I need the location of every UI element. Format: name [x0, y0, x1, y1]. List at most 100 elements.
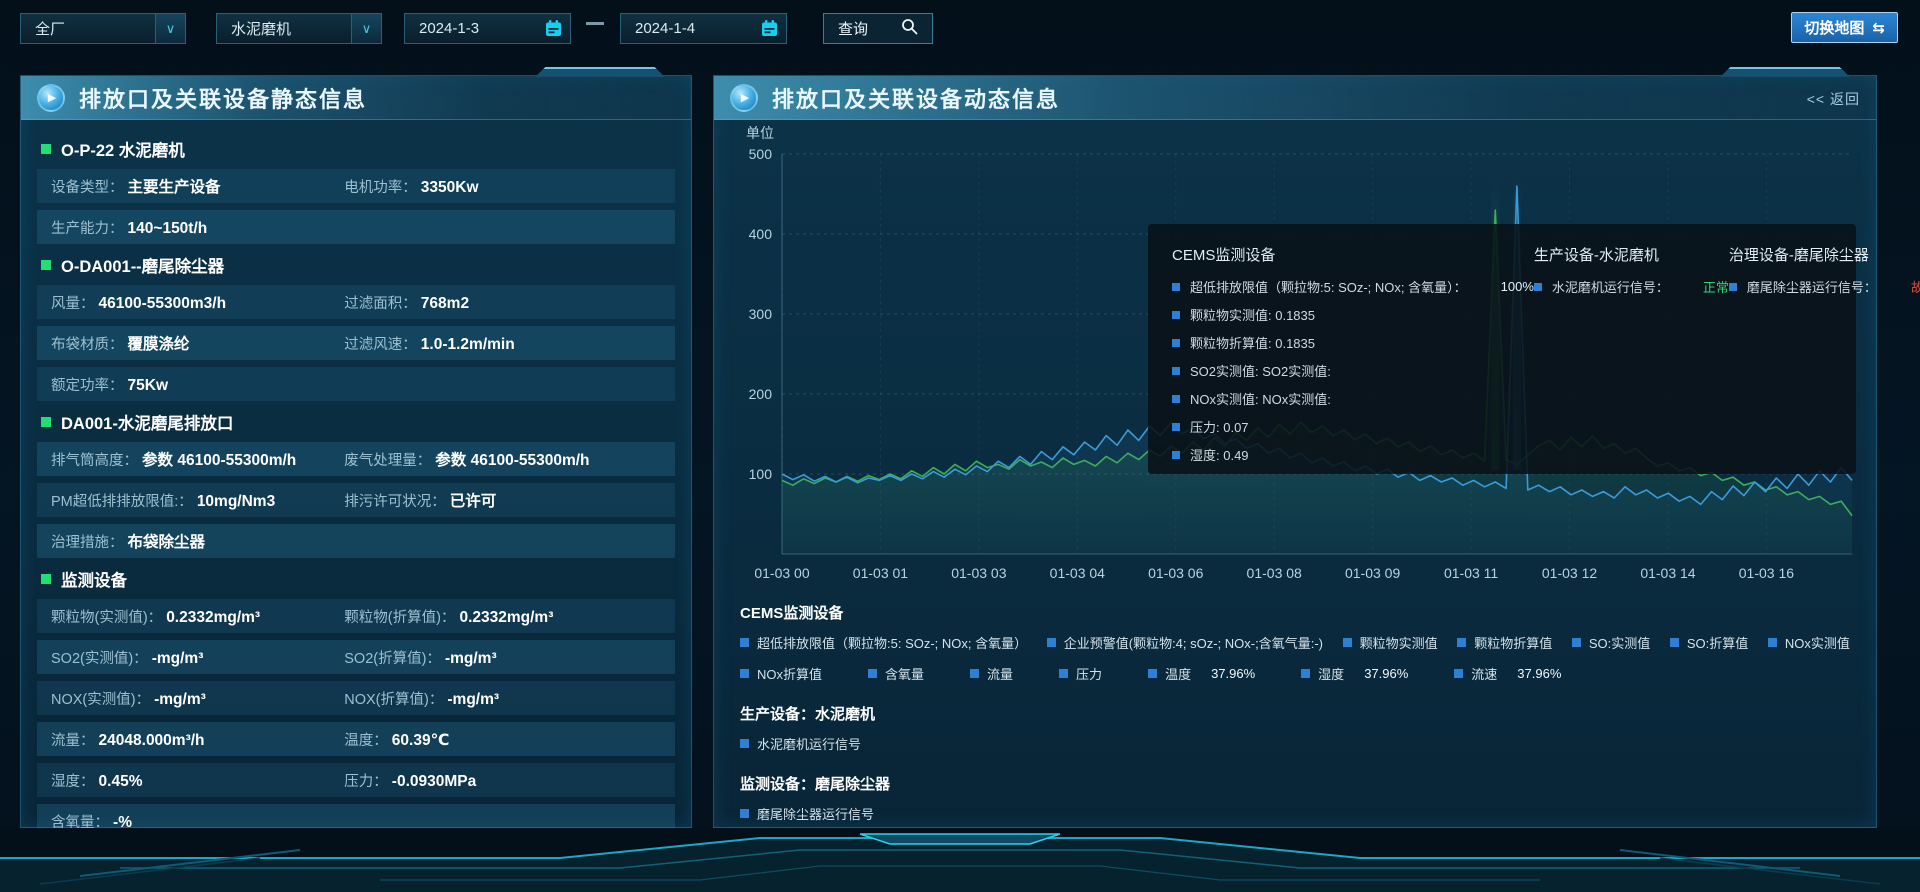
info-label: NOX(实测值)： [51, 688, 154, 709]
date-from-input[interactable]: 2024-1-3 [404, 13, 571, 44]
info-value: 768m2 [421, 295, 469, 313]
info-value: -mg/m³ [445, 650, 497, 668]
legend-item-label: 颗粒物实测值 [1360, 633, 1438, 652]
svg-text:01-03 09: 01-03 09 [1345, 565, 1400, 581]
info-row: 生产能力： 140~150t/h [37, 210, 675, 244]
device-select-value: 水泥磨机 [217, 18, 351, 39]
info-cell: NOX(实测值)： -mg/m³ [51, 688, 344, 709]
legend-item-label: 水泥磨机运行信号 [757, 734, 861, 753]
legend-monitor-title: 监测设备：磨尾除尘器 [740, 773, 1850, 794]
info-label: 治理措施： [51, 531, 128, 552]
tooltip-item-text: 水泥磨机运行信号： [1552, 277, 1669, 296]
dynamic-panel-title: 排放口及关联设备动态信息 [772, 82, 1060, 114]
info-value: 0.45% [99, 773, 143, 791]
blue-square-icon [1172, 423, 1180, 431]
info-cell: 额定功率： 75Kw [51, 374, 344, 395]
info-value: 主要生产设备 [128, 175, 221, 197]
legend-item[interactable]: NOx折算值 [740, 664, 822, 683]
section-header: O-P-22 水泥磨机 [41, 137, 691, 161]
info-cell: 生产能力： 140~150t/h [51, 217, 344, 238]
info-label: PM超低排排放限值:： [51, 490, 197, 511]
legend-item[interactable]: 流速37.96% [1454, 664, 1561, 683]
info-cell: 流量： 24048.000m³/h [51, 729, 344, 750]
legend-item[interactable]: SO:实测值 [1572, 633, 1650, 652]
tooltip-column-title: CEMS监测设备 [1172, 244, 1534, 265]
info-cell: 排污许可状况： 已许可 [344, 489, 675, 511]
info-label: 电机功率： [344, 176, 421, 197]
green-square-icon [41, 417, 51, 427]
play-icon: ▶ [730, 84, 758, 112]
legend-item[interactable]: 含氧量 [868, 664, 924, 683]
info-value: 75Kw [128, 377, 169, 395]
date-to-input[interactable]: 2024-1-4 [620, 13, 787, 44]
legend-item[interactable]: NOx实测值 [1768, 633, 1850, 652]
tooltip-item: SO2实测值: SO2实测值: [1172, 361, 1534, 380]
query-button[interactable]: 查询 [823, 13, 933, 44]
info-row: 布袋材质： 覆膜涤纶过滤风速： 1.0-1.2m/min [37, 326, 675, 360]
legend-item-label: 含氧量 [885, 664, 924, 683]
info-value: 1.0-1.2m/min [421, 336, 515, 354]
blue-square-icon [1172, 311, 1180, 319]
blue-square-icon [1148, 669, 1157, 678]
legend-item-label: 磨尾除尘器运行信号 [757, 804, 874, 823]
static-info-panel: ▶ 排放口及关联设备静态信息 O-P-22 水泥磨机设备类型： 主要生产设备电机… [20, 75, 692, 828]
legend-item[interactable]: 压力 [1059, 664, 1102, 683]
info-value: -mg/m³ [154, 691, 206, 709]
svg-text:01-03 04: 01-03 04 [1050, 565, 1105, 581]
info-cell: SO2(实测值)： -mg/m³ [51, 647, 344, 668]
swap-arrows-icon: ⇆ [1872, 19, 1885, 37]
info-row: 额定功率： 75Kw [37, 367, 675, 401]
info-cell: 颗粒物(折算值)： 0.2332mg/m³ [344, 606, 675, 627]
info-row: SO2(实测值)： -mg/m³SO2(折算值)： -mg/m³ [37, 640, 675, 674]
tooltip-item: 超低排放限值（颗拉物:5: SOz-; NOx; 含氧量）：100% [1172, 277, 1534, 296]
legend-item[interactable]: 颗粒物折算值 [1457, 633, 1552, 652]
info-cell: 温度： 60.39℃ [344, 729, 675, 750]
status-badge: 正常 [1703, 277, 1729, 296]
chevron-down-icon[interactable]: ∨ [351, 14, 381, 43]
legend-item[interactable]: 湿度37.96% [1301, 664, 1408, 683]
legend-item[interactable]: 磨尾除尘器运行信号 [740, 804, 874, 823]
legend-item[interactable]: 温度37.96% [1148, 664, 1255, 683]
legend-item[interactable]: 流量 [970, 664, 1013, 683]
dynamic-panel-titlebar: ▶ 排放口及关联设备动态信息 << 返回 [714, 76, 1876, 120]
legend-item-value: 37.96% [1517, 666, 1561, 681]
legend-item[interactable]: 水泥磨机运行信号 [740, 734, 861, 753]
info-label: 颗粒物(实测值)： [51, 606, 166, 627]
info-row: 风量： 46100-55300m3/h过滤面积： 768m2 [37, 285, 675, 319]
info-cell: 湿度： 0.45% [51, 770, 344, 791]
calendar-icon[interactable] [536, 14, 570, 43]
static-panel-title: 排放口及关联设备静态信息 [79, 82, 367, 114]
legend-item[interactable]: SO:折算值 [1670, 633, 1748, 652]
blue-square-icon [1301, 669, 1310, 678]
info-cell: 废气处理量： 参数 46100-55300m/h [344, 448, 675, 470]
legend-item[interactable]: 企业预警值(颗粒物:4; sOz-; NOx-;含氧气量:-) [1047, 633, 1323, 652]
back-link[interactable]: << 返回 [1807, 89, 1860, 109]
switch-map-button[interactable]: 切换地图 ⇆ [1791, 12, 1898, 43]
tooltip-item: 压力: 0.07 [1172, 417, 1534, 436]
info-value: -mg/m³ [447, 691, 499, 709]
info-label: 过滤风速： [344, 333, 421, 354]
emissions-chart[interactable]: 10020030040050001-03 0001-03 0101-03 030… [726, 124, 1866, 594]
info-label: 压力： [344, 770, 392, 791]
back-chevrons-icon: << [1807, 91, 1825, 107]
plant-select[interactable]: 全厂 ∨ [20, 13, 186, 44]
svg-text:01-03 01: 01-03 01 [853, 565, 908, 581]
info-value: 参数 46100-55300m/h [142, 448, 296, 470]
info-label: 废气处理量： [344, 449, 435, 470]
tooltip-item-text: NOx实测值: NOx实测值: [1190, 389, 1331, 408]
info-label: NOX(折算值)： [344, 688, 447, 709]
legend-item[interactable]: 颗粒物实测值 [1343, 633, 1438, 652]
tooltip-item-text: 磨尾除尘器运行信号： [1747, 277, 1877, 296]
calendar-icon[interactable] [752, 14, 786, 43]
legend-item[interactable]: 超低排放限值（颗拉物:5: SOz-; NOx; 含氧量） [740, 633, 1027, 652]
info-value: 覆膜涤纶 [128, 332, 190, 354]
svg-text:01-03 06: 01-03 06 [1148, 565, 1203, 581]
info-label: 过滤面积： [344, 292, 421, 313]
blue-square-icon [740, 739, 749, 748]
bottom-tech-decoration [0, 828, 1920, 892]
legend-item-value: 37.96% [1364, 666, 1408, 681]
svg-text:01-03 11: 01-03 11 [1444, 565, 1498, 581]
tooltip-column: 生产设备-水泥磨机水泥磨机运行信号：正常 [1534, 244, 1729, 454]
chevron-down-icon[interactable]: ∨ [155, 14, 185, 43]
device-select[interactable]: 水泥磨机 ∨ [216, 13, 382, 44]
